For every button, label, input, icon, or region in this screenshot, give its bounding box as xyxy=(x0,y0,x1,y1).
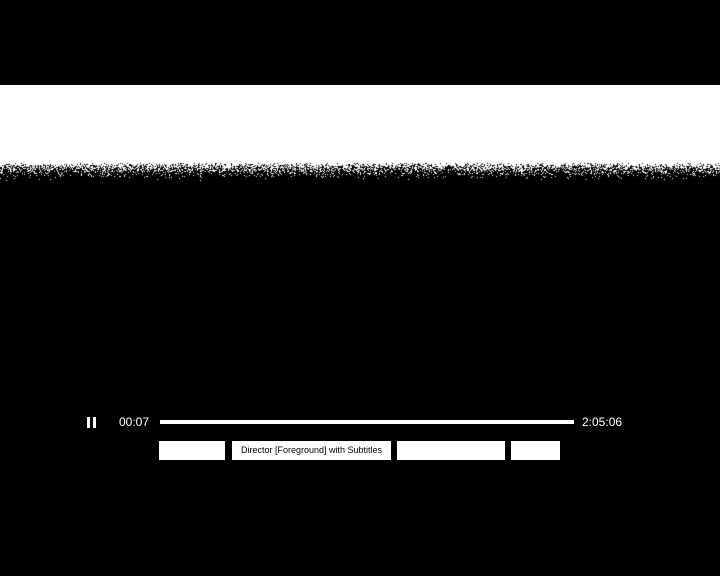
video-white-region xyxy=(0,85,720,169)
playback-controls: 00:07 2:05:06 Director [Foreground] with… xyxy=(0,410,720,470)
pause-icon-bar xyxy=(93,417,96,428)
video-player: 00:07 2:05:06 Director [Foreground] with… xyxy=(0,0,720,576)
track-option-button[interactable] xyxy=(397,441,505,460)
seek-bar[interactable] xyxy=(160,420,574,424)
pause-button[interactable] xyxy=(82,412,100,432)
elapsed-time: 00:07 xyxy=(119,415,150,429)
track-option-button[interactable] xyxy=(511,441,560,460)
video-frame[interactable] xyxy=(0,0,720,576)
track-option-button[interactable] xyxy=(159,441,225,460)
track-option-button-subtitles[interactable]: Director [Foreground] with Subtitles xyxy=(232,441,391,460)
total-duration: 2:05:06 xyxy=(582,415,623,429)
pause-icon xyxy=(87,417,90,428)
video-noise-edge xyxy=(0,162,720,184)
